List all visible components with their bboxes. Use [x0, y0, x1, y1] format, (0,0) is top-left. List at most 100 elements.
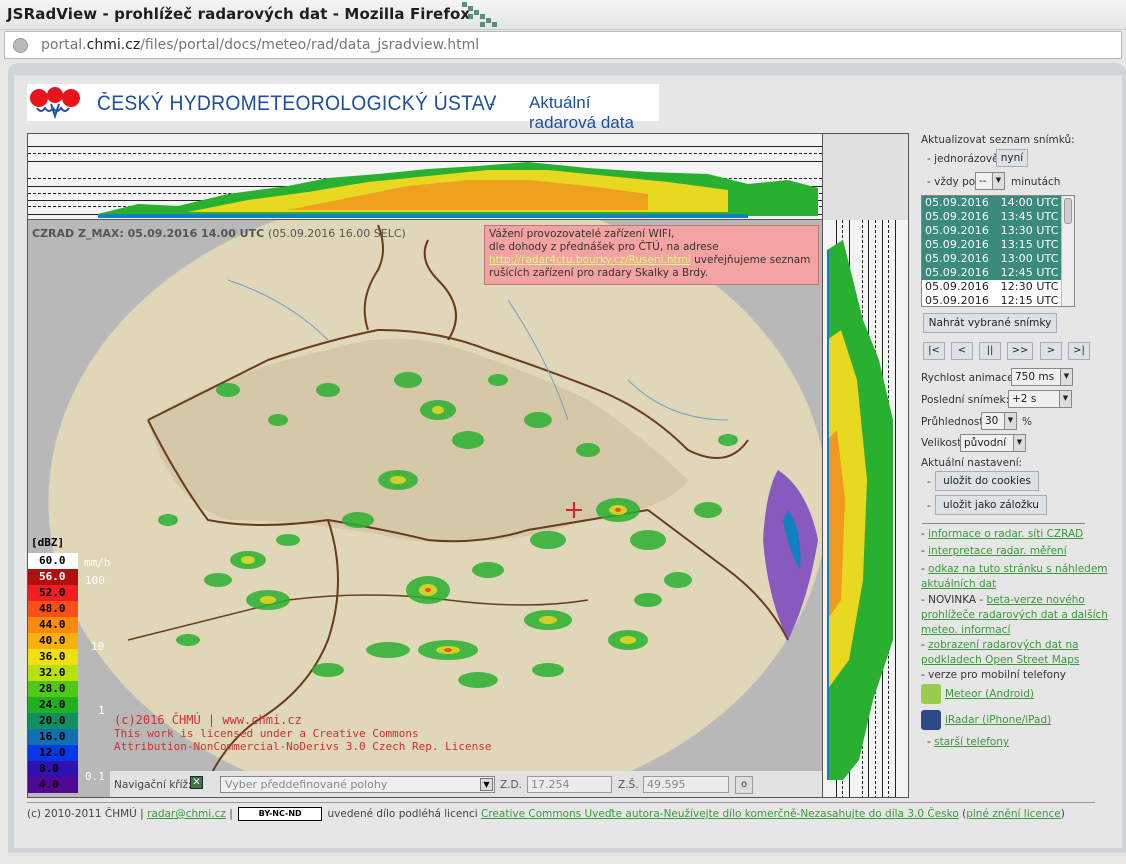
- lon-input[interactable]: 17.254: [527, 776, 612, 793]
- frame-list-item[interactable]: 05.09.2016 12:30 UTC: [922, 280, 1074, 294]
- top-profile-echo: [98, 162, 818, 218]
- legend-item: 56.0: [28, 569, 78, 585]
- footer-email-link[interactable]: radar@chmi.cz: [147, 808, 226, 820]
- notice-line: http://radar4ctu.bourky.cz/Ruseni.html u…: [489, 254, 811, 266]
- chevron-down-icon[interactable]: ▼: [992, 173, 1004, 189]
- bullet-dash: -: [927, 476, 931, 488]
- legend-title: [dBZ]: [31, 536, 65, 549]
- chevron-down-icon[interactable]: ▼: [1013, 435, 1025, 451]
- first-frame-button[interactable]: |<: [923, 342, 945, 360]
- prev-frame-button[interactable]: <: [951, 342, 973, 360]
- frame-list[interactable]: 05.09.2016 14:00 UTC 05.09.2016 13:45 UTC…: [921, 195, 1075, 307]
- wifi-notice: Vážení provozovatelé zařízení WIFI, dle …: [484, 225, 819, 285]
- legend-item: 8.0: [28, 761, 78, 777]
- license-link[interactable]: Creative Commons Uveďte autora-Neužívejt…: [481, 808, 959, 820]
- map-copyright-line: (c)2016 ČHMÚ | www.chmi.cz: [114, 713, 302, 727]
- legend-item: 16.0: [28, 729, 78, 745]
- android-link[interactable]: Meteor (Android): [945, 688, 1034, 700]
- preset-location-select[interactable]: Vyber předdefinované polohy ▼: [220, 776, 495, 793]
- transparency-select[interactable]: 30 ▼: [981, 412, 1017, 430]
- nav-cross-toggle[interactable]: ✕: [190, 776, 203, 789]
- chevron-down-icon[interactable]: ▼: [1004, 413, 1016, 429]
- chevron-down-icon[interactable]: ▼: [1060, 369, 1072, 385]
- legend-item: 20.0: [28, 713, 78, 729]
- link-row: - informace o radar. síti CZRAD: [921, 528, 1084, 540]
- save-cookies-button[interactable]: uložit do cookies: [935, 471, 1039, 491]
- notice-line: Vážení provozovatelé zařízení WIFI,: [489, 228, 675, 240]
- frame-list-scrollbar[interactable]: [1061, 196, 1074, 306]
- lat-input[interactable]: 49.595: [643, 776, 729, 793]
- android-icon[interactable]: [921, 684, 941, 704]
- frame-list-item[interactable]: 05.09.2016 13:45 UTC: [922, 210, 1074, 224]
- link-row: iRadar (iPhone/iPad): [921, 710, 1119, 730]
- legend-item: 48.0: [28, 601, 78, 617]
- frame-list-item[interactable]: 05.09.2016 13:30 UTC: [922, 224, 1074, 238]
- mmh-label: 100: [85, 574, 105, 587]
- lat-label: Z.Š.: [618, 779, 639, 791]
- frame-list-item[interactable]: 05.09.2016 14:00 UTC: [922, 196, 1074, 210]
- full-license-link[interactable]: plné znění licence: [966, 808, 1061, 820]
- side-cross-section[interactable]: [822, 220, 908, 797]
- map-copyright: (c)2016 ČHMÚ | www.chmi.cz This work is …: [114, 713, 492, 754]
- frame-list-item[interactable]: 05.09.2016 12:15 UTC: [922, 294, 1074, 306]
- frame-list-item[interactable]: 05.09.2016 13:15 UTC: [922, 238, 1074, 252]
- address-bar[interactable]: portal.chmi.cz/files/portal/docs/meteo/r…: [4, 31, 1122, 59]
- product-label: CZRAD Z_MAX: 05.09.2016 14.00 UTC (05.09…: [32, 227, 406, 240]
- header-separator: -: [489, 94, 495, 113]
- chevron-down-icon[interactable]: ▼: [480, 778, 493, 791]
- site-identity-icon[interactable]: [13, 38, 28, 53]
- play-button[interactable]: >>: [1007, 342, 1033, 360]
- osm-link[interactable]: zobrazení radarových dat na podkladech O…: [921, 639, 1079, 666]
- notice-line: rušících zařízení pro radary Skalky a Br…: [489, 267, 709, 279]
- map-license-line: Attribution-NonCommercial-NoDerivs 3.0 C…: [114, 740, 492, 753]
- chmi-header-banner: ČESKÝ HYDROMETEOROLOGICKÝ ÚSTAV - Aktuál…: [27, 84, 659, 132]
- go-button[interactable]: o: [735, 776, 753, 794]
- iradar-link[interactable]: iRadar (iPhone/iPad): [945, 714, 1051, 726]
- update-list-label: Aktualizovat seznam snímků:: [921, 134, 1075, 146]
- frame-list-item[interactable]: 05.09.2016 12:45 UTC: [922, 266, 1074, 280]
- notice-link[interactable]: http://radar4ctu.bourky.cz/Ruseni.html: [489, 254, 691, 266]
- bullet-dash: -: [927, 500, 931, 512]
- link-row: - starší telefony: [927, 736, 1010, 748]
- chevron-down-icon[interactable]: ▼: [1059, 391, 1071, 407]
- interval-select[interactable]: -- ▼: [975, 172, 1005, 190]
- last-frame-button[interactable]: >|: [1068, 342, 1090, 360]
- pause-button[interactable]: ||: [979, 342, 1001, 360]
- window-title: JSRadView - prohlížeč radarových dat - M…: [7, 5, 471, 23]
- mmh-label: 10: [91, 640, 105, 653]
- link-row: - zobrazení radarových dat na podkladech…: [921, 639, 1080, 666]
- notice-line: dle dohody z přednášek pro ČTÚ, na adres…: [489, 241, 719, 253]
- footer-copyright: (c) 2010-2011 ČHMÚ |: [27, 808, 144, 820]
- last-frame-select[interactable]: +2 s ▼: [1008, 390, 1072, 408]
- speed-label: Rychlost animace:: [921, 372, 1018, 384]
- iradar-icon[interactable]: [921, 710, 941, 730]
- footer-divider: [27, 802, 1095, 803]
- save-bookmark-button[interactable]: uložit jako záložku: [935, 495, 1047, 515]
- radar-echoes: [158, 372, 738, 688]
- radar-map[interactable]: CZRAD Z_MAX: 05.09.2016 14.00 UTC (05.09…: [28, 220, 822, 797]
- interpretation-link[interactable]: interpretace radar. měření: [928, 545, 1066, 557]
- top-cross-section[interactable]: [28, 134, 822, 220]
- control-panel: Aktualizovat seznam snímků: - jednorázov…: [919, 130, 1119, 770]
- last-frame-label: Poslední snímek:: [921, 394, 1010, 406]
- page-link[interactable]: odkaz na tuto stránku s náhledem aktuáln…: [921, 563, 1108, 590]
- mmh-label: mm/h: [84, 556, 111, 569]
- size-select[interactable]: původní ▼: [960, 434, 1026, 452]
- side-profile-echo: [827, 240, 893, 780]
- load-frames-button[interactable]: Nahrát vybrané snímky: [923, 313, 1057, 333]
- footer-separator: |: [229, 808, 233, 820]
- legend-item: 52.0: [28, 585, 78, 601]
- url-text[interactable]: portal.chmi.cz/files/portal/docs/meteo/r…: [41, 37, 479, 53]
- refresh-now-button[interactable]: nyní: [996, 149, 1028, 167]
- product-name: CZRAD Z_MAX: 05.09.2016 14.00 UTC: [32, 227, 265, 240]
- link-row: - odkaz na tuto stránku s náhledem aktuá…: [921, 563, 1108, 590]
- cc-license-badge[interactable]: BY-NC-ND: [238, 807, 323, 821]
- transparency-label: Průhlednost: [921, 416, 984, 428]
- lon-label: Z.D.: [500, 779, 522, 791]
- info-link[interactable]: informace o radar. síti CZRAD: [928, 528, 1083, 540]
- speed-select[interactable]: 750 ms ▼: [1011, 368, 1073, 386]
- next-frame-button[interactable]: >: [1040, 342, 1062, 360]
- section-title: Aktuální radarová data: [529, 93, 634, 132]
- older-phones-link[interactable]: starší telefony: [934, 736, 1009, 748]
- frame-list-item[interactable]: 05.09.2016 13:00 UTC: [922, 252, 1074, 266]
